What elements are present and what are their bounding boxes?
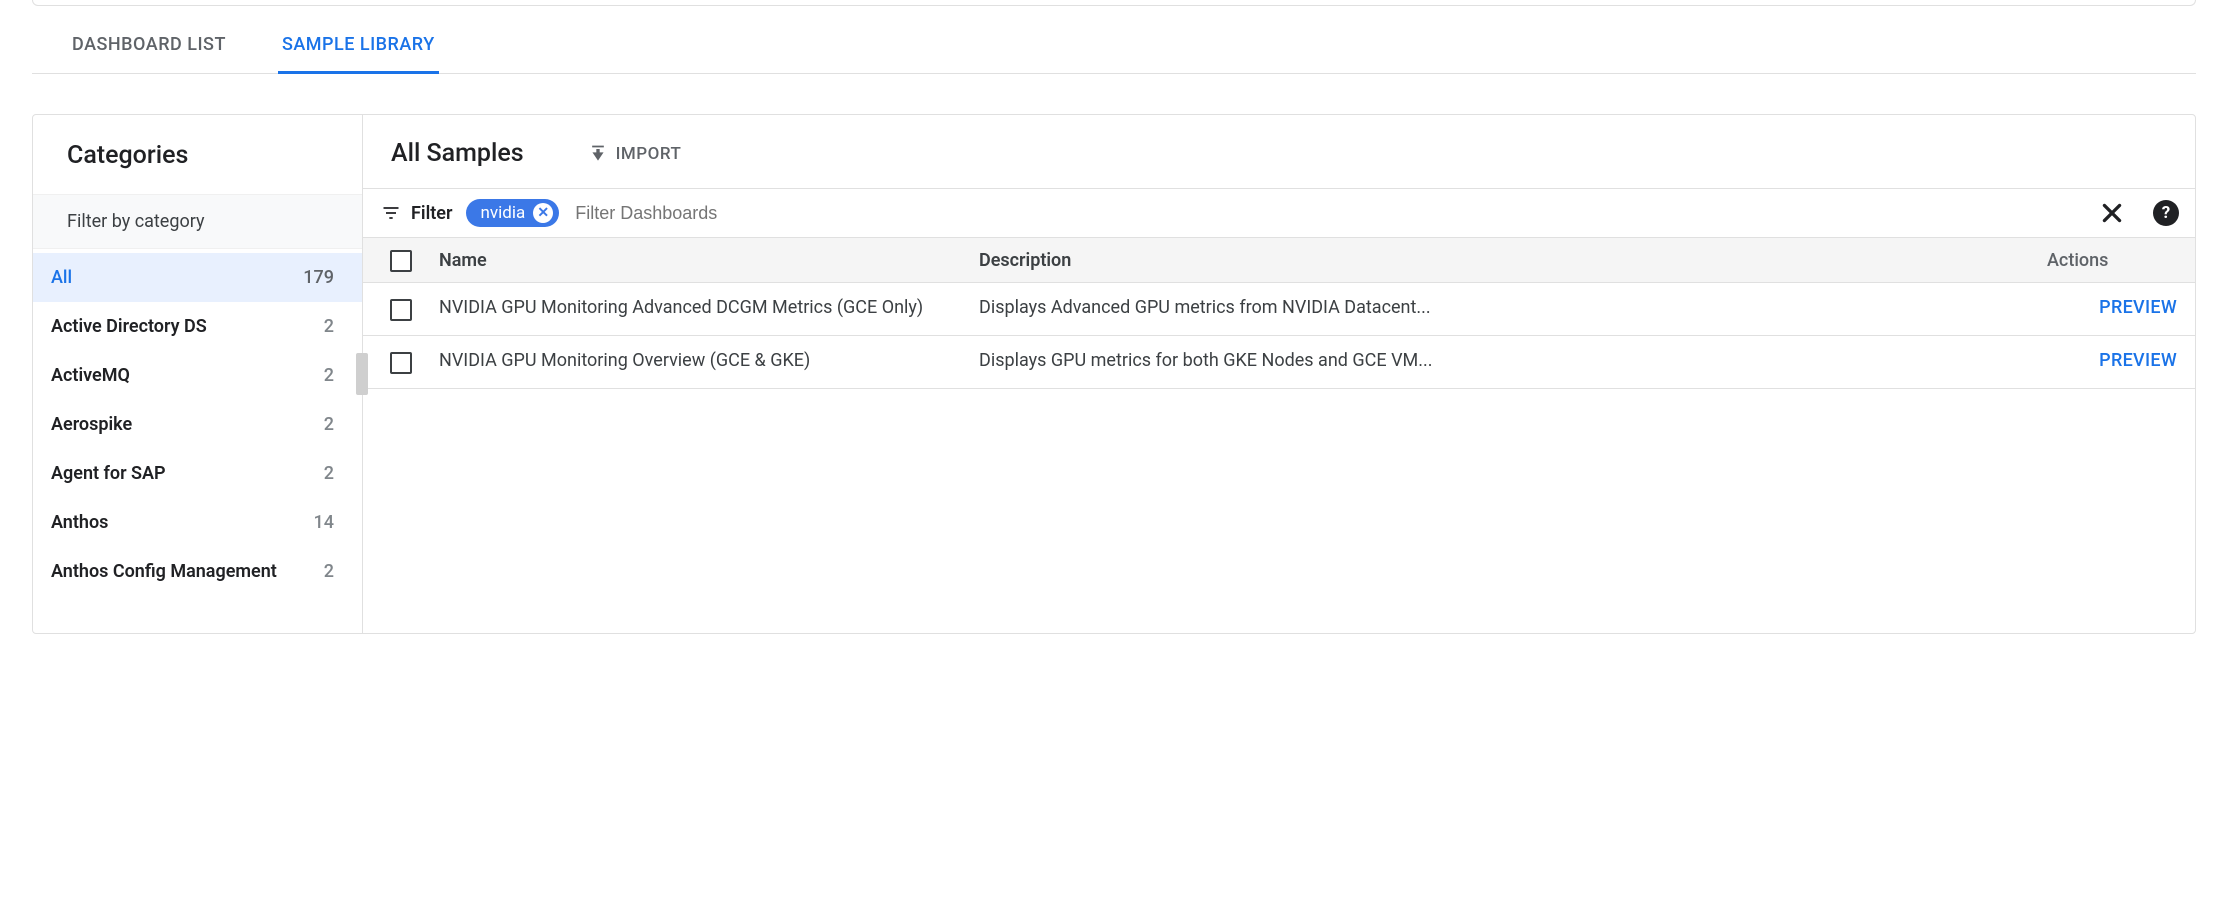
- samples-table: Name Description Actions NVIDIA GPU Moni…: [363, 238, 2195, 389]
- help-icon: ?: [2153, 200, 2179, 226]
- row-checkbox[interactable]: [390, 299, 412, 321]
- sidebar-item-agent-for-sap[interactable]: Agent for SAP 2: [33, 449, 362, 498]
- preview-button[interactable]: PREVIEW: [2099, 350, 2177, 371]
- row-description: Displays GPU metrics for both GKE Nodes …: [979, 350, 2047, 371]
- help-button[interactable]: ?: [2153, 200, 2179, 226]
- col-actions: Actions: [2047, 250, 2177, 271]
- sidebar-item-count: 2: [324, 414, 334, 435]
- sidebar-item-label: All: [51, 267, 72, 288]
- sidebar-item-label: Anthos Config Management: [51, 561, 277, 582]
- page-title: All Samples: [391, 139, 524, 168]
- clear-filter-button[interactable]: [2099, 200, 2125, 226]
- filter-label: Filter: [411, 203, 452, 224]
- sidebar-item-activemq[interactable]: ActiveMQ 2: [33, 351, 362, 400]
- table-row: NVIDIA GPU Monitoring Overview (GCE & GK…: [363, 336, 2195, 389]
- sidebar-item-count: 2: [324, 463, 334, 484]
- table-row: NVIDIA GPU Monitoring Advanced DCGM Metr…: [363, 283, 2195, 336]
- tabs-bar: DASHBOARD LIST SAMPLE LIBRARY: [32, 6, 2196, 74]
- sidebar-item-label: Aerospike: [51, 414, 132, 435]
- sidebar-item-count: 2: [324, 561, 334, 582]
- filter-bar: Filter nvidia ✕ ?: [363, 188, 2195, 238]
- sidebar-scrollbar-thumb[interactable]: [356, 353, 368, 395]
- tab-sample-library[interactable]: SAMPLE LIBRARY: [278, 34, 439, 74]
- col-description[interactable]: Description: [979, 250, 2047, 271]
- sidebar-item-label: Anthos: [51, 512, 108, 533]
- row-name: NVIDIA GPU Monitoring Advanced DCGM Metr…: [439, 297, 979, 318]
- sidebar-item-count: 2: [324, 365, 334, 386]
- import-button[interactable]: IMPORT: [588, 144, 682, 164]
- col-name[interactable]: Name: [439, 250, 979, 271]
- sidebar-item-label: Active Directory DS: [51, 316, 207, 337]
- filter-chip-text: nvidia: [480, 203, 525, 223]
- filter-by-category-label[interactable]: Filter by category: [33, 194, 362, 249]
- row-checkbox[interactable]: [390, 352, 412, 374]
- sidebar-item-aerospike[interactable]: Aerospike 2: [33, 400, 362, 449]
- import-label: IMPORT: [616, 144, 682, 164]
- preview-button[interactable]: PREVIEW: [2099, 297, 2177, 318]
- tab-dashboard-list[interactable]: DASHBOARD LIST: [68, 34, 230, 74]
- table-header: Name Description Actions: [363, 238, 2195, 283]
- sidebar-item-count: 179: [303, 267, 334, 288]
- remove-chip-icon[interactable]: ✕: [533, 203, 553, 223]
- select-all-checkbox[interactable]: [390, 250, 412, 272]
- sidebar-item-all[interactable]: All 179: [33, 253, 362, 302]
- filter-icon: [381, 203, 401, 223]
- row-name: NVIDIA GPU Monitoring Overview (GCE & GK…: [439, 350, 979, 371]
- sidebar-item-label: ActiveMQ: [51, 365, 130, 386]
- filter-chip-nvidia[interactable]: nvidia ✕: [466, 199, 559, 227]
- categories-title: Categories: [33, 115, 362, 194]
- sidebar-item-active-directory-ds[interactable]: Active Directory DS 2: [33, 302, 362, 351]
- import-icon: [588, 144, 608, 164]
- sidebar-item-label: Agent for SAP: [51, 463, 166, 484]
- filter-input[interactable]: [573, 202, 2085, 225]
- sidebar-item-count: 2: [324, 316, 334, 337]
- sidebar-item-anthos[interactable]: Anthos 14: [33, 498, 362, 547]
- main-panel: All Samples IMPORT Filter nvidia: [363, 115, 2195, 633]
- row-description: Displays Advanced GPU metrics from NVIDI…: [979, 297, 2047, 318]
- sidebar-item-anthos-config-management[interactable]: Anthos Config Management 2: [33, 547, 362, 596]
- categories-sidebar: Categories Filter by category All 179 Acti…: [33, 115, 363, 633]
- sidebar-item-count: 14: [314, 512, 334, 533]
